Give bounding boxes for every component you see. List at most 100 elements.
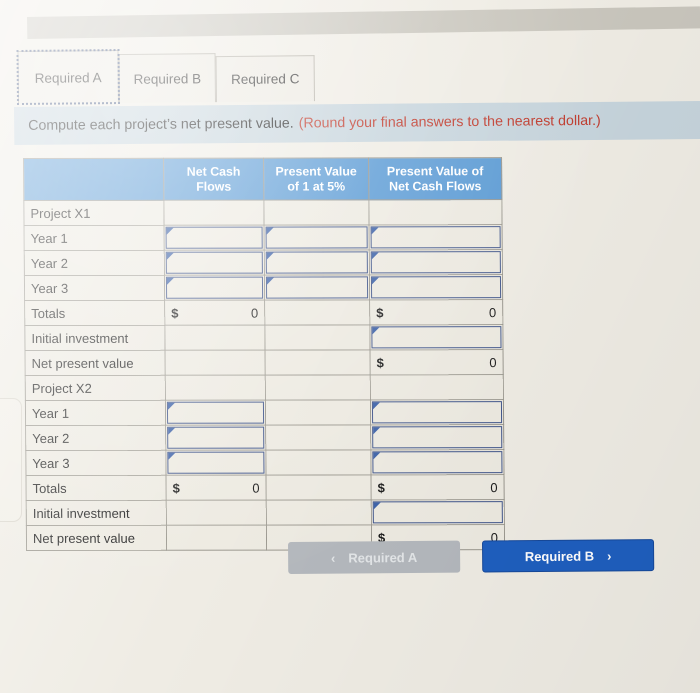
empty-cell: [165, 350, 266, 376]
header-line-1: Net Cash: [186, 164, 241, 179]
chevron-right-icon: ›: [607, 547, 612, 563]
money-value: 0: [488, 304, 497, 320]
table-row: Initial investment: [24, 324, 504, 351]
empty-cell: [165, 375, 266, 401]
cell-input-field[interactable]: [165, 226, 263, 249]
row-label: Year 1: [24, 225, 165, 251]
navigation-footer: ‹ Required A Required B ›: [288, 539, 668, 574]
currency-symbol: $: [376, 354, 384, 370]
header-line-2: of 1 at 5%: [287, 178, 346, 194]
row-label: Year 3: [25, 450, 166, 476]
table-row: Initial investment: [26, 499, 505, 526]
instruction-bar: Compute each project’s net present value…: [14, 101, 700, 145]
row-label: Year 1: [25, 400, 166, 426]
table-body: Project X1 Year 1 Year 2 Year 3 Totals $0 $0 In…: [23, 199, 505, 551]
table-row: Year 2: [24, 249, 503, 276]
table-row: Project X1: [23, 199, 503, 226]
window-top-bar: [27, 6, 700, 39]
input-cell[interactable]: [264, 274, 370, 301]
input-cell[interactable]: [371, 499, 505, 525]
row-label: Net present value: [26, 525, 167, 551]
header-cell-present-value-of-1: Present Value of 1 at 5%: [263, 157, 369, 201]
money-cell: $0: [369, 299, 503, 325]
previous-button-label: Required A: [348, 549, 418, 566]
tab-required-c[interactable]: Required C: [215, 55, 315, 103]
empty-cell: [266, 499, 372, 526]
money-cell: $0: [165, 475, 267, 501]
input-cell[interactable]: [369, 274, 503, 300]
tab-required-a[interactable]: Required A: [16, 49, 120, 106]
cell-input-field[interactable]: [370, 276, 502, 299]
cell-input-field[interactable]: [165, 251, 263, 274]
cell-input-field[interactable]: [165, 276, 264, 299]
input-cell[interactable]: [369, 224, 503, 250]
empty-cell: [164, 325, 266, 351]
input-cell[interactable]: [164, 250, 265, 276]
money-value: 0: [252, 480, 260, 496]
cell-input-field[interactable]: [372, 426, 503, 449]
input-cell[interactable]: [370, 399, 504, 425]
npv-table-container: Net Cash Flows Present Value of 1 at 5% …: [23, 157, 506, 551]
row-label: Totals: [24, 300, 165, 326]
empty-cell: [370, 374, 504, 400]
chevron-left-icon: ‹: [330, 550, 336, 566]
input-cell[interactable]: [370, 424, 504, 450]
table-row: Net present value $0: [25, 349, 504, 376]
tab-label: Required B: [133, 70, 202, 87]
header-line-1: Present Value: [275, 164, 357, 179]
empty-cell: [166, 500, 267, 526]
cell-input-field[interactable]: [371, 401, 503, 424]
previous-required-a-button[interactable]: ‹ Required A: [288, 540, 461, 574]
empty-cell: [265, 449, 371, 476]
input-cell[interactable]: [165, 400, 266, 426]
empty-cell: [163, 200, 265, 226]
row-label: Initial investment: [26, 500, 167, 526]
next-required-b-button[interactable]: Required B ›: [481, 539, 655, 573]
currency-symbol: $: [377, 479, 385, 495]
empty-cell: [265, 474, 372, 501]
cell-input-field[interactable]: [166, 401, 265, 424]
cell-input-field[interactable]: [370, 226, 501, 249]
input-cell[interactable]: [164, 275, 265, 301]
header-line-2: Flows: [196, 179, 232, 194]
empty-cell: [265, 349, 371, 376]
tab-required-b[interactable]: Required B: [118, 53, 217, 104]
cell-input-field[interactable]: [370, 251, 501, 274]
table-header: Net Cash Flows Present Value of 1 at 5% …: [23, 157, 502, 201]
empty-cell: [264, 299, 370, 326]
header-line-2: Net Cash Flows: [389, 178, 482, 193]
money-value: 0: [490, 479, 498, 495]
cell-input-field[interactable]: [371, 326, 502, 349]
input-cell[interactable]: [369, 324, 504, 350]
row-label: Year 3: [24, 275, 165, 301]
table-row: Year 1: [24, 224, 503, 251]
cell-input-field[interactable]: [265, 276, 369, 299]
left-panel-edge: [0, 398, 22, 522]
cell-input-field[interactable]: [167, 451, 265, 474]
table-row: Year 1: [25, 399, 504, 426]
input-cell[interactable]: [369, 249, 503, 275]
cell-input-field[interactable]: [265, 226, 368, 249]
cell-input-field[interactable]: [372, 501, 503, 524]
cell-input-field[interactable]: [167, 426, 265, 449]
input-cell[interactable]: [264, 249, 370, 276]
table-row: Totals $0 $0: [25, 474, 505, 501]
input-cell[interactable]: [165, 425, 266, 451]
table-row: Totals $0 $0: [24, 299, 503, 326]
header-cell-present-value-of-net-cash-flows: Present Value of Net Cash Flows: [368, 157, 502, 200]
cell-input-field[interactable]: [372, 451, 503, 474]
input-cell[interactable]: [165, 450, 266, 476]
money-cell: $0: [164, 300, 265, 326]
tab-strip: Required A Required B Required C: [16, 48, 315, 106]
input-cell[interactable]: [164, 225, 265, 251]
instruction-text: Compute each project’s net present value…: [28, 115, 294, 134]
tab-label: Required A: [34, 69, 102, 86]
cell-input-field[interactable]: [265, 251, 368, 274]
currency-symbol: $: [172, 480, 180, 496]
row-label: Net present value: [25, 350, 166, 376]
input-cell[interactable]: [264, 224, 370, 251]
row-label: Year 2: [25, 425, 166, 451]
instruction-hint: (Round your final answers to the nearest…: [298, 112, 601, 132]
input-cell[interactable]: [370, 449, 505, 475]
row-label: Totals: [25, 475, 167, 501]
